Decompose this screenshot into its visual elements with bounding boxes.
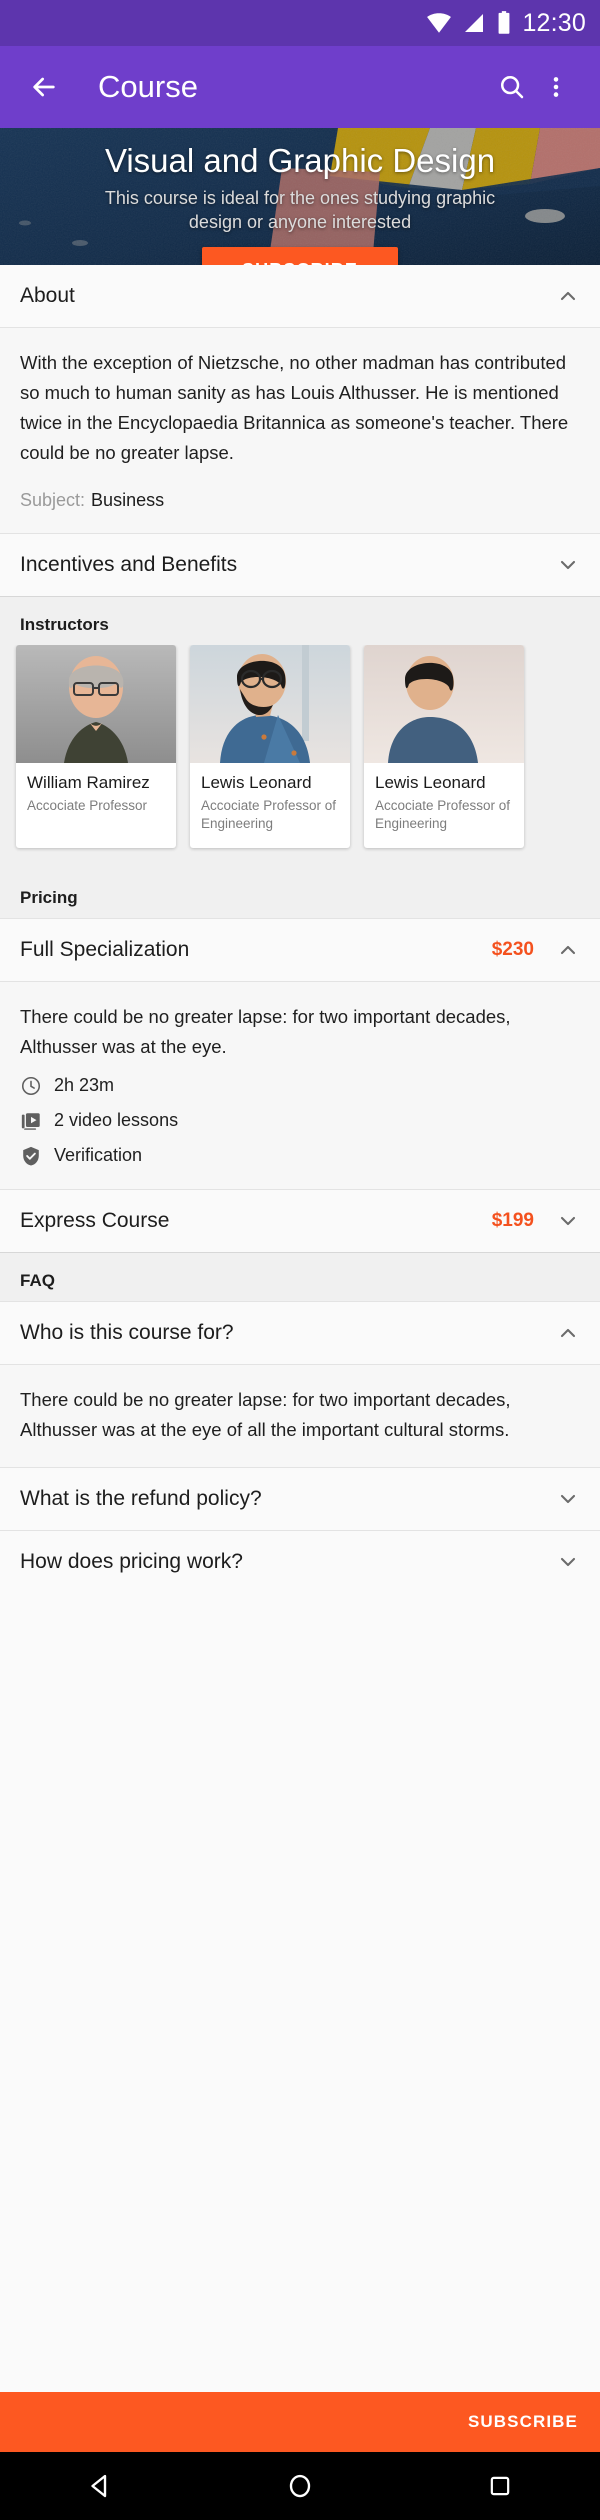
pricing-plan-price: $199 [491,1209,534,1231]
clock-icon [21,1076,41,1095]
faq-question-row[interactable]: Who is this course for? [0,1301,600,1364]
about-body: With the exception of Nietzsche, no othe… [0,328,600,533]
pricing-meta-lessons-text: 2 video lessons [54,1110,179,1131]
instructor-photo [364,644,524,763]
instructor-name: Lewis Leonard [375,772,486,792]
hero-subtitle: This course is ideal for the ones studyi… [104,188,496,233]
instructor-photo [190,644,350,763]
pricing-meta-verification-text: Verification [54,1145,143,1166]
instructors-header-label: Instructors [20,614,109,634]
pricing-meta-duration: 2h 23m [20,1075,580,1097]
pricing-plan-header-row[interactable]: Express Course $199 [0,1189,600,1252]
video-library-icon [21,1112,40,1130]
battery-icon [499,11,510,34]
faq-item-0: Who is this course for? There could be n… [0,1301,600,1468]
nav-recents-icon[interactable] [465,2461,535,2511]
about-body-text: With the exception of Nietzsche, no othe… [20,352,569,463]
incentives-header-label: Incentives and Benefits [20,552,238,576]
instructors-section: Instructors William Ramirez Accociate Pr… [0,596,600,870]
pricing-plan-header-row[interactable]: Full Specialization $230 [0,918,600,981]
instructor-card[interactable]: Lewis Leonard Accociate Professor of Eng… [190,644,350,848]
instructor-card[interactable]: Lewis Leonard Accociate Professor of Eng… [364,644,524,848]
pricing-header-label: Pricing [20,887,78,907]
hero-title: Visual and Graphic Design [104,142,496,179]
instructors-card-list[interactable]: William Ramirez Accociate Professor Lewi… [0,644,600,870]
faq-question-label: What is the refund policy? [20,1486,262,1510]
chevron-down-icon[interactable] [556,553,580,577]
chevron-down-icon[interactable] [556,1209,580,1233]
faq-answer-block: There could be no greater lapse: for two… [0,1364,600,1467]
pricing-meta-duration-text: 2h 23m [54,1075,115,1096]
chevron-up-icon[interactable] [556,938,580,962]
instructor-photo [16,644,176,763]
more-vert-icon[interactable] [534,65,578,109]
pricing-plan-express: Express Course $199 [0,1189,600,1253]
faq-section: FAQ [0,1252,600,1301]
faq-question-label: Who is this course for? [20,1320,234,1344]
instructor-name: William Ramirez [27,772,150,792]
instructor-role: Accociate Professor [27,798,148,814]
hero-subscribe-button[interactable]: SUBSCRIBE [202,246,398,265]
faq-question-row[interactable]: What is the refund policy? [0,1467,600,1530]
faq-header-label: FAQ [20,1270,55,1290]
instructor-role: Accociate Professor of Engineering [375,798,511,832]
faq-answer-text: There could be no greater lapse: for two… [20,1388,511,1440]
system-nav-bar [0,2452,600,2520]
chevron-up-icon[interactable] [556,1321,580,1345]
about-subject-key: Subject: [20,489,86,510]
nav-home-icon[interactable] [265,2461,335,2511]
wifi-icon [427,13,452,33]
pricing-meta-lessons: 2 video lessons [20,1110,580,1132]
faq-item-2: How does pricing work? [0,1530,600,1593]
signal-icon [465,14,484,32]
instructor-role: Accociate Professor of Engineering [201,798,337,832]
verified-shield-icon [23,1146,39,1166]
pricing-plan-description: There could be no greater lapse: for two… [20,1005,511,1057]
pricing-meta-verification: Verification [20,1145,580,1167]
faq-question-row[interactable]: How does pricing work? [0,1530,600,1593]
about-header-row[interactable]: About [0,265,600,327]
instructor-card[interactable]: William Ramirez Accociate Professor [16,644,176,848]
pricing-plan-full: Full Specialization $230 There could be … [0,918,600,1190]
chevron-down-icon[interactable] [556,1550,580,1574]
about-section: About With the exception of Nietzsche, n… [0,265,600,534]
status-bar-time: 12:30 [522,8,586,37]
pricing-plan-body: There could be no greater lapse: for two… [0,981,600,1189]
app-bar: Course [0,46,600,128]
incentives-section: Incentives and Benefits [0,533,600,597]
about-header-label: About [20,284,75,307]
back-arrow-icon[interactable] [22,65,66,109]
pricing-plan-name: Express Course [20,1208,170,1232]
about-subject-line: Subject: Business [20,490,580,511]
search-icon[interactable] [490,65,534,109]
sticky-subscribe-bar[interactable]: SUBSCRIBE [0,2392,600,2452]
hero-banner: Visual and Graphic Design This course is… [0,128,600,265]
pricing-plan-name: Full Specialization [20,937,190,961]
sticky-subscribe-label: SUBSCRIBE [467,2412,578,2431]
pricing-plan-price: $230 [491,938,534,960]
incentives-header-row[interactable]: Incentives and Benefits [0,533,600,596]
status-bar: 12:30 [0,0,600,46]
about-subject-value: Business [91,489,165,510]
pricing-section: Pricing [0,869,600,918]
phone-screen: 12:30 Course Visual and Graphic Design T… [0,0,600,2520]
app-bar-title: Course [98,69,198,104]
instructor-name: Lewis Leonard [201,772,312,792]
faq-question-label: How does pricing work? [20,1549,243,1573]
chevron-up-icon[interactable] [556,284,580,308]
nav-back-icon[interactable] [65,2461,135,2511]
chevron-down-icon[interactable] [556,1487,580,1511]
faq-item-1: What is the refund policy? [0,1467,600,1531]
